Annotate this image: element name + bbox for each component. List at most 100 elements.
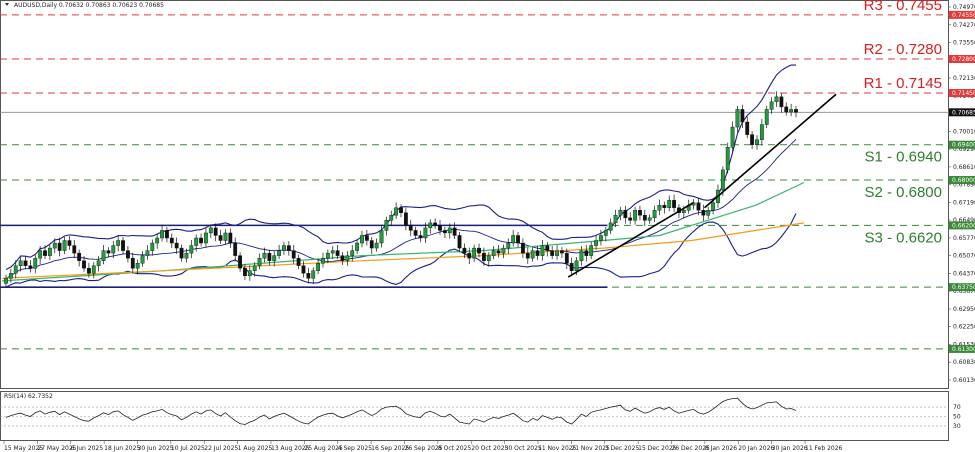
- support-tag-extra-text: 0.63750: [952, 284, 975, 291]
- rsi-tick-label: 30: [953, 423, 961, 430]
- candle-body: [340, 255, 345, 261]
- candle-body: [711, 202, 716, 211]
- candle-body: [769, 101, 774, 110]
- candle-body: [681, 210, 686, 213]
- candle-body: [599, 235, 603, 241]
- resistance-tag-text: 0.74550: [952, 12, 975, 19]
- candle-body: [174, 242, 179, 249]
- candle-body: [555, 250, 559, 256]
- time-tick-label: 11 Feb 2026: [805, 445, 843, 452]
- time-tick-label: 3 Dec 2025: [605, 445, 640, 452]
- candle-body: [23, 260, 28, 266]
- candle-body: [720, 169, 725, 191]
- resistance-label: R3 - 0.7455: [864, 0, 942, 14]
- candle-body: [764, 109, 769, 125]
- time-tick-label: 20 Oct 2025: [471, 445, 508, 452]
- candle-body: [252, 265, 257, 271]
- candle-body: [233, 242, 238, 256]
- candle-body: [96, 260, 101, 266]
- candle-body: [28, 265, 33, 269]
- price-tick-label: 0.60130: [953, 377, 975, 384]
- candle-body: [316, 263, 321, 271]
- candle-body: [189, 245, 194, 254]
- candle-body: [496, 250, 501, 254]
- candle-body: [442, 230, 447, 234]
- candle-body: [784, 106, 789, 113]
- resistance-label: R1 - 0.7145: [864, 75, 942, 92]
- price-tick-label: 0.72130: [953, 75, 975, 82]
- candle-body: [745, 121, 750, 135]
- candle-body: [364, 235, 369, 241]
- candle-body: [667, 199, 672, 208]
- candle-body: [223, 232, 228, 241]
- candle-body: [257, 257, 262, 266]
- candle-body: [360, 235, 364, 244]
- candle-body: [530, 250, 535, 259]
- candle-body: [457, 235, 462, 249]
- candle-body: [638, 210, 642, 216]
- candle-body: [345, 255, 350, 261]
- candle-body: [350, 250, 355, 256]
- candle-body: [91, 265, 96, 274]
- candle-body: [243, 268, 247, 277]
- candle-body: [584, 250, 589, 256]
- resistance-tag-text: 0.72800: [952, 56, 975, 63]
- candle-body: [267, 252, 272, 261]
- candle-body: [399, 207, 403, 213]
- candle-body: [135, 263, 140, 269]
- candle-body: [467, 252, 472, 259]
- candle-body: [535, 250, 540, 256]
- candle-body: [516, 235, 520, 244]
- candle-body: [462, 247, 467, 254]
- candle-body: [589, 245, 594, 256]
- candle-body: [296, 257, 301, 266]
- candle-body: [594, 240, 598, 246]
- candle-body: [603, 230, 608, 236]
- candle-body: [418, 235, 423, 239]
- price-tick-label: 0.74270: [953, 22, 975, 29]
- candle-body: [477, 247, 481, 254]
- resistance-tag-text: 0.71450: [952, 90, 975, 97]
- candle-body: [486, 255, 491, 261]
- candle-body: [262, 252, 267, 259]
- candle-body: [301, 265, 306, 274]
- candle-body: [18, 260, 23, 266]
- support-label: S1 - 0.6940: [864, 149, 942, 166]
- candle-body: [8, 273, 13, 279]
- candle-body: [740, 109, 745, 123]
- candle-body: [545, 245, 550, 251]
- candle-body: [657, 205, 662, 211]
- time-tick-label: 20 Jan 2026: [738, 445, 774, 452]
- candle-body: [525, 252, 530, 259]
- candle-body: [121, 240, 125, 251]
- candle-body: [506, 242, 511, 249]
- candle-body: [165, 230, 169, 239]
- candle-body: [145, 250, 150, 256]
- candle-body: [169, 237, 174, 244]
- price-tick-label: 0.62950: [953, 306, 975, 313]
- rsi-label: RSI(14) 62.7352: [4, 393, 53, 400]
- candle-body: [423, 227, 428, 239]
- candle-body: [794, 109, 798, 113]
- price-tick-label: 0.67190: [953, 199, 975, 206]
- candle-body: [67, 240, 72, 246]
- candle-body: [57, 242, 62, 251]
- candle-body: [306, 273, 311, 279]
- price-tick-label: 0.73550: [953, 40, 975, 47]
- candle-body: [633, 210, 637, 221]
- candle-body: [47, 247, 52, 256]
- candle-body: [481, 252, 486, 261]
- candle-body: [384, 220, 389, 231]
- candle-body: [38, 250, 43, 259]
- chart-header: AUDUSD,Daily 0.70632 0.70863 0.70623 0.7…: [14, 2, 164, 9]
- candle-body: [330, 250, 335, 254]
- support-tag-text: 0.66200: [952, 222, 975, 229]
- candle-body: [101, 250, 106, 261]
- candle-body: [608, 222, 613, 231]
- time-tick-label: 1 Aug 2025: [238, 445, 273, 452]
- candle-body: [33, 257, 38, 269]
- price-tick-label: 0.70010: [953, 128, 975, 135]
- candle-body: [730, 126, 735, 148]
- candle-body: [413, 230, 418, 236]
- candle-body: [321, 257, 325, 264]
